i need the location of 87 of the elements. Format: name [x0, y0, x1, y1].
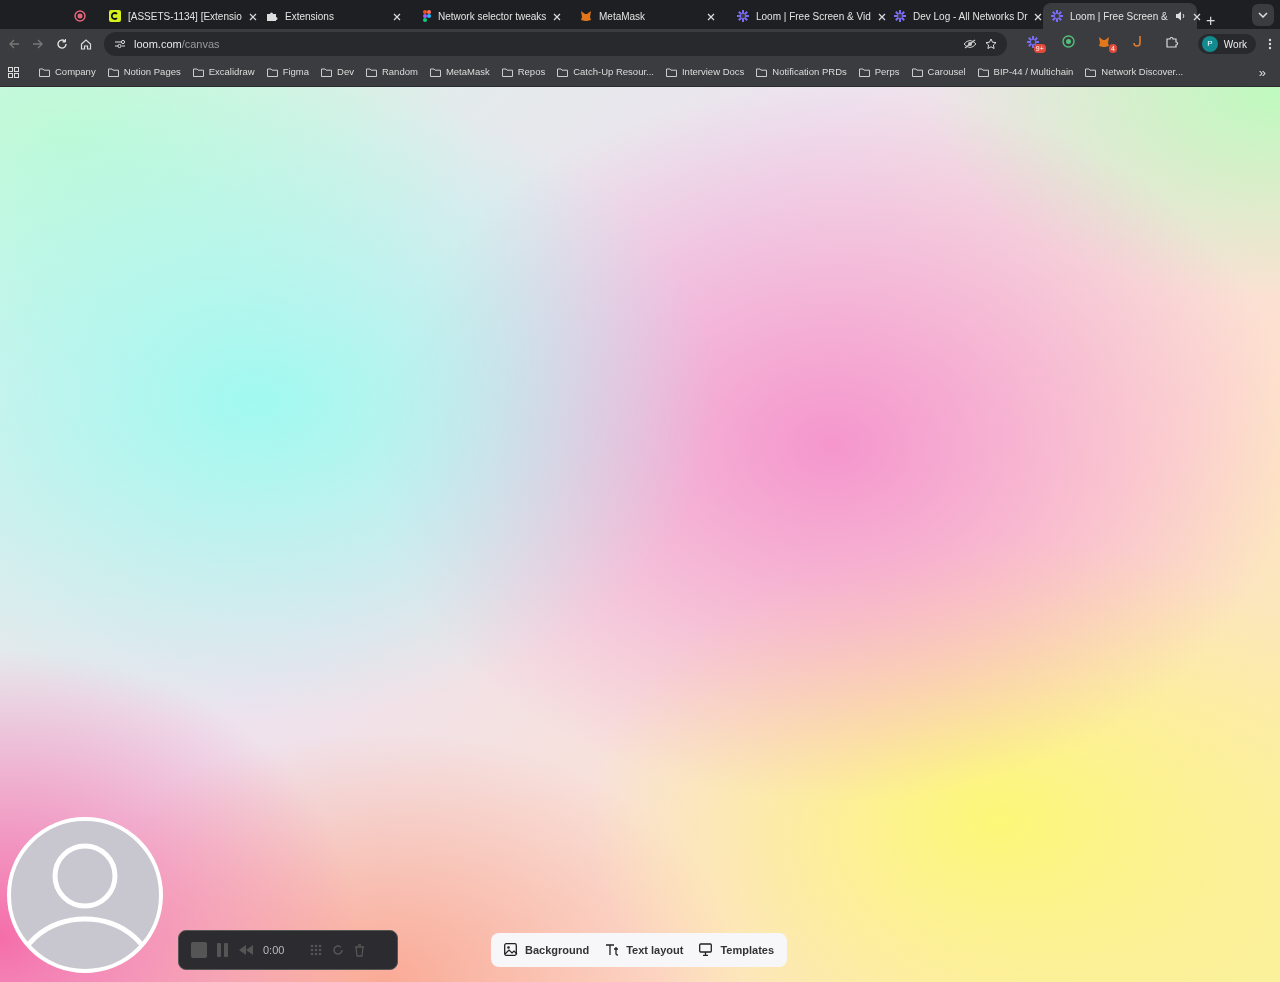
- bookmark-folder[interactable]: Company: [33, 63, 102, 82]
- tab-title: Network selector tweaks: [438, 9, 547, 24]
- browser-tab[interactable]: [ASSETS-1134] [Extensio: [101, 3, 255, 29]
- restart-icon[interactable]: [332, 944, 345, 956]
- tab-title: Loom | Free Screen &: [1070, 9, 1168, 24]
- toolbar-button[interactable]: Templates: [694, 937, 780, 963]
- bookmark-folder[interactable]: Interview Docs: [660, 63, 751, 82]
- folder-icon: [756, 68, 768, 77]
- starburst-icon: [1051, 10, 1063, 22]
- close-icon: [248, 12, 257, 21]
- browser-tab[interactable]: Network selector tweaks: [415, 3, 569, 29]
- bookmark-folder[interactable]: Catch-Up Resour...: [551, 63, 660, 82]
- home-icon[interactable]: [80, 38, 92, 50]
- bookmark-folder[interactable]: MetaMask: [423, 63, 496, 82]
- target-icon: [1061, 35, 1075, 48]
- folder-icon: [977, 68, 989, 77]
- bookmark-folder[interactable]: Random: [359, 63, 424, 82]
- forward-icon[interactable]: [32, 38, 44, 50]
- tab-title: Extensions: [285, 9, 335, 24]
- starburst-icon: [737, 10, 749, 22]
- folder-icon: [321, 68, 333, 77]
- fox-icon: [1097, 35, 1110, 48]
- folder-icon: [666, 68, 677, 77]
- bookmark-folder[interactable]: Carousel: [905, 63, 972, 82]
- close-icon: [553, 12, 562, 21]
- bookmark-folder[interactable]: Notification PRDs: [750, 63, 853, 82]
- starburst-icon: [894, 10, 906, 22]
- timer: 0:00: [263, 942, 285, 958]
- back-icon[interactable]: [8, 38, 20, 50]
- site-settings-icon: [114, 39, 126, 49]
- folder-icon: [107, 68, 119, 77]
- folder-icon: [1085, 68, 1097, 77]
- apps-icon[interactable]: [8, 67, 19, 78]
- star-icon[interactable]: [984, 38, 997, 50]
- folder-icon: [39, 68, 50, 77]
- toolbar-button[interactable]: Background: [499, 937, 595, 963]
- close-icon: [393, 12, 401, 21]
- bookmark-folder[interactable]: Perps: [852, 63, 906, 82]
- browser-tab[interactable]: Loom | Free Screen & Vid: [729, 3, 883, 29]
- close-icon: [707, 12, 715, 21]
- folder-icon: [911, 68, 923, 77]
- record-icon: [74, 10, 86, 22]
- image-icon: [504, 943, 518, 957]
- tab-title: MetaMask: [599, 9, 647, 24]
- tab-title: [ASSETS-1134] [Extensio: [128, 9, 242, 24]
- bookmark-folder[interactable]: BIP-44 / Multichain: [971, 63, 1080, 82]
- bookmark-folder[interactable]: Figma: [260, 63, 316, 82]
- folder-icon: [192, 68, 204, 77]
- bookmarks-overflow-button[interactable]: »: [1252, 60, 1272, 85]
- monitor-icon: [699, 943, 714, 957]
- address-bar[interactable]: loom.com/canvas: [104, 32, 1007, 56]
- tab-title: Dev Log - All Networks Dr: [913, 9, 1028, 24]
- folder-icon: [266, 68, 278, 77]
- figma-icon: [423, 10, 431, 22]
- fox-icon: [580, 10, 592, 22]
- bookmark-folder[interactable]: Repos: [495, 63, 552, 82]
- hook-icon: [1132, 35, 1143, 48]
- puzzle-icon: [266, 10, 278, 22]
- bookmark-folder[interactable]: Excalidraw: [186, 63, 261, 82]
- folder-icon: [429, 68, 441, 77]
- chevron-down-icon: [1258, 12, 1268, 18]
- reload-icon[interactable]: [56, 38, 68, 50]
- browser-tab[interactable]: Extensions: [258, 3, 412, 29]
- bookmark-folder[interactable]: Notion Pages: [101, 63, 187, 82]
- eye-off-icon[interactable]: [962, 39, 977, 49]
- folder-icon: [365, 68, 377, 77]
- bookmark-folder[interactable]: Dev: [315, 63, 360, 82]
- bookmark-folder[interactable]: Network Discover...: [1079, 63, 1190, 82]
- close-icon: [1034, 12, 1043, 21]
- tab-search-button[interactable]: [1252, 4, 1274, 26]
- close-icon: [1192, 12, 1201, 21]
- folder-icon: [501, 68, 513, 77]
- app-icon: [109, 10, 121, 22]
- browser-tab[interactable]: Dev Log - All Networks Dr: [886, 3, 1040, 29]
- tab-title: Loom | Free Screen & Vid: [756, 9, 871, 24]
- text-icon: [605, 943, 620, 957]
- folder-icon: [557, 68, 569, 77]
- extensions-icon: [1165, 35, 1179, 48]
- more-icon[interactable]: [1268, 38, 1272, 50]
- starburst-icon: [1026, 35, 1039, 48]
- profile-button[interactable]: P Work: [1197, 34, 1256, 54]
- browser-tab[interactable]: MetaMask: [572, 3, 726, 29]
- folder-icon: [858, 68, 870, 77]
- close-icon: [877, 12, 886, 21]
- toolbar-button[interactable]: Text layout: [600, 937, 689, 963]
- new-tab-button[interactable]: +: [1200, 13, 1222, 29]
- url-text: loom.com/canvas: [134, 36, 220, 52]
